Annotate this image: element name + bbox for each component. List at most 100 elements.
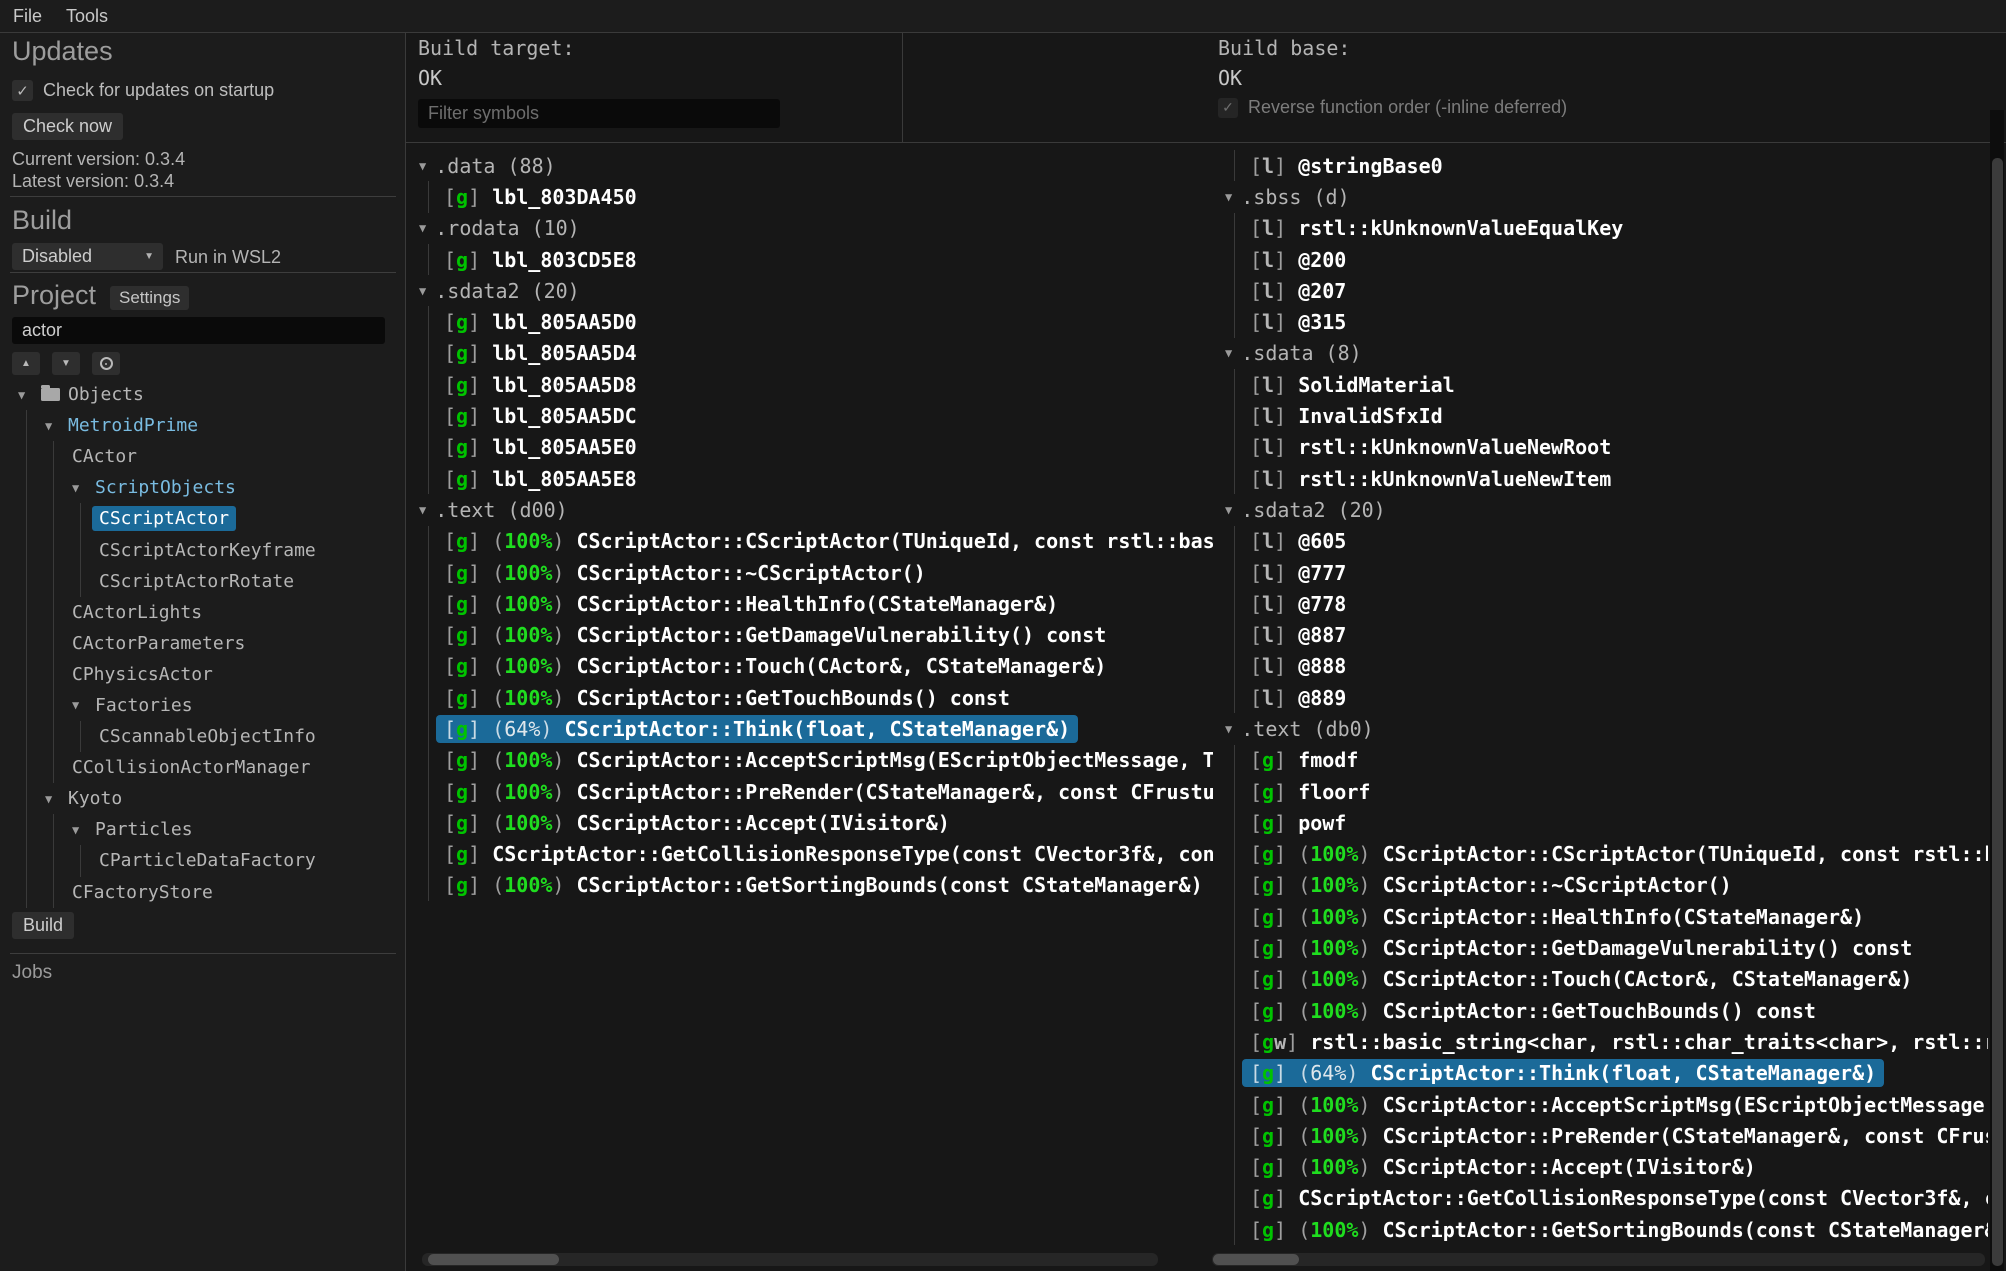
symbol-row[interactable]: [g] (100%) CScriptActor::~CScriptActor() <box>1212 870 1988 901</box>
object-search-input[interactable] <box>12 317 385 344</box>
tree-item-Objects[interactable]: ▼Objects <box>0 379 406 410</box>
symbol-row[interactable]: [g] CScriptActor::GetCollisionResponseTy… <box>406 839 1213 870</box>
section-header-.rodata[interactable]: ▼.rodata (10) <box>406 213 1213 244</box>
tree-item-Kyoto[interactable]: ▼Kyoto <box>0 783 406 814</box>
symbol-row[interactable]: [g] (100%) CScriptActor::GetTouchBounds(… <box>1212 995 1988 1026</box>
tree-item-MetroidPrime[interactable]: ▼MetroidPrime <box>0 410 406 441</box>
symbol-row[interactable]: [l] rstl::kUnknownValueEqualKey <box>1212 213 1988 244</box>
symbol-row[interactable]: [g] fmodf <box>1212 745 1988 776</box>
section-header-.data[interactable]: ▼.data (88) <box>406 150 1213 181</box>
symbol-row[interactable]: [g] powf <box>1212 807 1988 838</box>
symbol-row[interactable]: [l] @200 <box>1212 244 1988 275</box>
symbol-row[interactable]: [g] (100%) CScriptActor::CScriptActor(TU… <box>1212 839 1988 870</box>
target-hscrollbar[interactable] <box>422 1253 1158 1266</box>
section-header-.sdata2[interactable]: ▼.sdata2 (20) <box>1212 494 1988 525</box>
tree-item-CFactoryStore[interactable]: CFactoryStore <box>0 877 406 908</box>
symbol-row[interactable]: [g] lbl_803CD5E8 <box>406 244 1213 275</box>
project-settings-button[interactable]: Settings <box>110 286 189 310</box>
symbol-row[interactable]: [l] SolidMaterial <box>1212 369 1988 400</box>
symbol-row[interactable]: [g] lbl_805AA5D0 <box>406 306 1213 337</box>
symbol-row[interactable]: [g] lbl_805AA5D4 <box>406 338 1213 369</box>
vertical-scrollbar-thumb[interactable] <box>1992 158 2003 1266</box>
collapse-arrow-icon[interactable]: ▼ <box>45 792 68 806</box>
symbol-row[interactable]: [l] @207 <box>1212 275 1988 306</box>
menu-tools[interactable]: Tools <box>66 6 108 27</box>
symbol-row[interactable]: [l] InvalidSfxId <box>1212 400 1988 431</box>
tree-item-Factories[interactable]: ▼Factories <box>0 690 406 721</box>
checkbox-checked-icon[interactable]: ✓ <box>12 80 33 101</box>
vertical-scrollbar[interactable] <box>1990 110 2004 1271</box>
symbol-row[interactable]: [l] @777 <box>1212 557 1988 588</box>
tree-item-CActorLights[interactable]: CActorLights <box>0 597 406 628</box>
symbol-row[interactable]: [g] (64%) CScriptActor::Think(float, CSt… <box>406 713 1213 744</box>
symbol-row[interactable]: [g] (64%) CScriptActor::Think(float, CSt… <box>1212 1058 1988 1089</box>
symbol-row[interactable]: [g] (100%) CScriptActor::Touch(CActor&, … <box>406 651 1213 682</box>
collapse-arrow-icon[interactable]: ▼ <box>18 388 41 402</box>
tree-item-CScriptActorKeyframe[interactable]: CScriptActorKeyframe <box>0 534 406 565</box>
symbol-row[interactable]: [l] rstl::kUnknownValueNewItem <box>1212 463 1988 494</box>
section-header-.sbss[interactable]: ▼.sbss (d) <box>1212 181 1988 212</box>
section-header-.text[interactable]: ▼.text (db0) <box>1212 713 1988 744</box>
symbol-row[interactable]: [g] (100%) CScriptActor::PreRender(CStat… <box>1212 1120 1988 1151</box>
collapse-arrow-icon[interactable]: ▼ <box>72 823 95 837</box>
symbol-row[interactable]: [g] (100%) CScriptActor::GetDamageVulner… <box>406 619 1213 650</box>
base-hscrollbar-thumb[interactable] <box>1213 1254 1299 1265</box>
tree-item-ScriptObjects[interactable]: ▼ScriptObjects <box>0 472 406 503</box>
symbol-row[interactable]: [l] @888 <box>1212 651 1988 682</box>
locate-current-button[interactable] <box>92 352 120 375</box>
next-match-button[interactable]: ▼ <box>52 352 80 375</box>
symbol-row[interactable]: [l] @778 <box>1212 588 1988 619</box>
symbol-row[interactable]: [g] floorf <box>1212 776 1988 807</box>
symbol-row[interactable]: [g] lbl_805AA5D8 <box>406 369 1213 400</box>
symbol-row[interactable]: [g] (100%) CScriptActor::GetSortingBound… <box>1212 1214 1988 1245</box>
symbol-row[interactable]: [l] @889 <box>1212 682 1988 713</box>
section-header-.text[interactable]: ▼.text (d00) <box>406 494 1213 525</box>
tree-item-CActorParameters[interactable]: CActorParameters <box>0 628 406 659</box>
prev-match-button[interactable]: ▲ <box>12 352 40 375</box>
symbol-row[interactable]: [l] @887 <box>1212 619 1988 650</box>
symbol-row[interactable]: [g] (100%) CScriptActor::GetSortingBound… <box>406 870 1213 901</box>
symbol-row[interactable]: [g] (100%) CScriptActor::Accept(IVisitor… <box>406 807 1213 838</box>
tree-item-CScriptActorRotate[interactable]: CScriptActorRotate <box>0 566 406 597</box>
tree-item-CParticleDataFactory[interactable]: CParticleDataFactory <box>0 845 406 876</box>
checkbox-checked-icon[interactable]: ✓ <box>1218 98 1238 118</box>
symbol-row[interactable]: [g] lbl_805AA5E0 <box>406 432 1213 463</box>
reverse-order-checkbox[interactable]: ✓ Reverse function order (-inline deferr… <box>1218 97 1567 118</box>
symbol-row[interactable]: [g] lbl_805AA5E8 <box>406 463 1213 494</box>
tree-item-CActor[interactable]: CActor <box>0 441 406 472</box>
target-hscrollbar-thumb[interactable] <box>428 1254 559 1265</box>
symbol-row[interactable]: [l] @315 <box>1212 306 1988 337</box>
build-mode-dropdown[interactable]: Disabled ▼ <box>12 243 163 270</box>
symbol-row[interactable]: [g] (100%) CScriptActor::Accept(IVisitor… <box>1212 1152 1988 1183</box>
filter-symbols-input[interactable] <box>418 99 780 128</box>
tree-item-CScriptActor[interactable]: CScriptActor <box>0 503 406 534</box>
symbol-row[interactable]: [g] (100%) CScriptActor::AcceptScriptMsg… <box>406 745 1213 776</box>
symbol-row[interactable]: [gw] rstl::basic_string<char, rstl::char… <box>1212 1026 1988 1057</box>
collapse-arrow-icon[interactable]: ▼ <box>72 481 95 495</box>
symbol-row[interactable]: [g] (100%) CScriptActor::PreRender(CStat… <box>406 776 1213 807</box>
section-header-.sdata[interactable]: ▼.sdata (8) <box>1212 338 1988 369</box>
symbol-row[interactable]: [g] (100%) CScriptActor::GetTouchBounds(… <box>406 682 1213 713</box>
symbol-row[interactable]: [l] @stringBase0 <box>1212 150 1988 181</box>
symbol-row[interactable]: [g] CScriptActor::GetCollisionResponseTy… <box>1212 1183 1988 1214</box>
symbol-row[interactable]: [g] (100%) CScriptActor::HealthInfo(CSta… <box>406 588 1213 619</box>
menu-file[interactable]: File <box>13 6 42 27</box>
symbol-row[interactable]: [g] lbl_803DA450 <box>406 181 1213 212</box>
symbol-row[interactable]: [g] (100%) CScriptActor::GetDamageVulner… <box>1212 932 1988 963</box>
collapse-arrow-icon[interactable]: ▼ <box>45 419 68 433</box>
symbol-row[interactable]: [g] (100%) CScriptActor::AcceptScriptMsg… <box>1212 1089 1988 1120</box>
symbol-row[interactable]: [g] (100%) CScriptActor::~CScriptActor() <box>406 557 1213 588</box>
base-hscrollbar[interactable] <box>1212 1253 1985 1266</box>
tree-item-CScannableObjectInfo[interactable]: CScannableObjectInfo <box>0 721 406 752</box>
build-button[interactable]: Build <box>12 912 74 939</box>
symbol-row[interactable]: [l] rstl::kUnknownValueNewRoot <box>1212 432 1988 463</box>
tree-item-CPhysicsActor[interactable]: CPhysicsActor <box>0 659 406 690</box>
tree-item-Particles[interactable]: ▼Particles <box>0 814 406 845</box>
tree-item-CCollisionActorManager[interactable]: CCollisionActorManager <box>0 752 406 783</box>
symbol-row[interactable]: [g] (100%) CScriptActor::Touch(CActor&, … <box>1212 964 1988 995</box>
section-header-.sdata2[interactable]: ▼.sdata2 (20) <box>406 275 1213 306</box>
check-now-button[interactable]: Check now <box>12 113 123 140</box>
symbol-row[interactable]: [g] lbl_805AA5DC <box>406 400 1213 431</box>
symbol-row[interactable]: [l] @605 <box>1212 526 1988 557</box>
symbol-row[interactable]: [g] (100%) CScriptActor::CScriptActor(TU… <box>406 526 1213 557</box>
